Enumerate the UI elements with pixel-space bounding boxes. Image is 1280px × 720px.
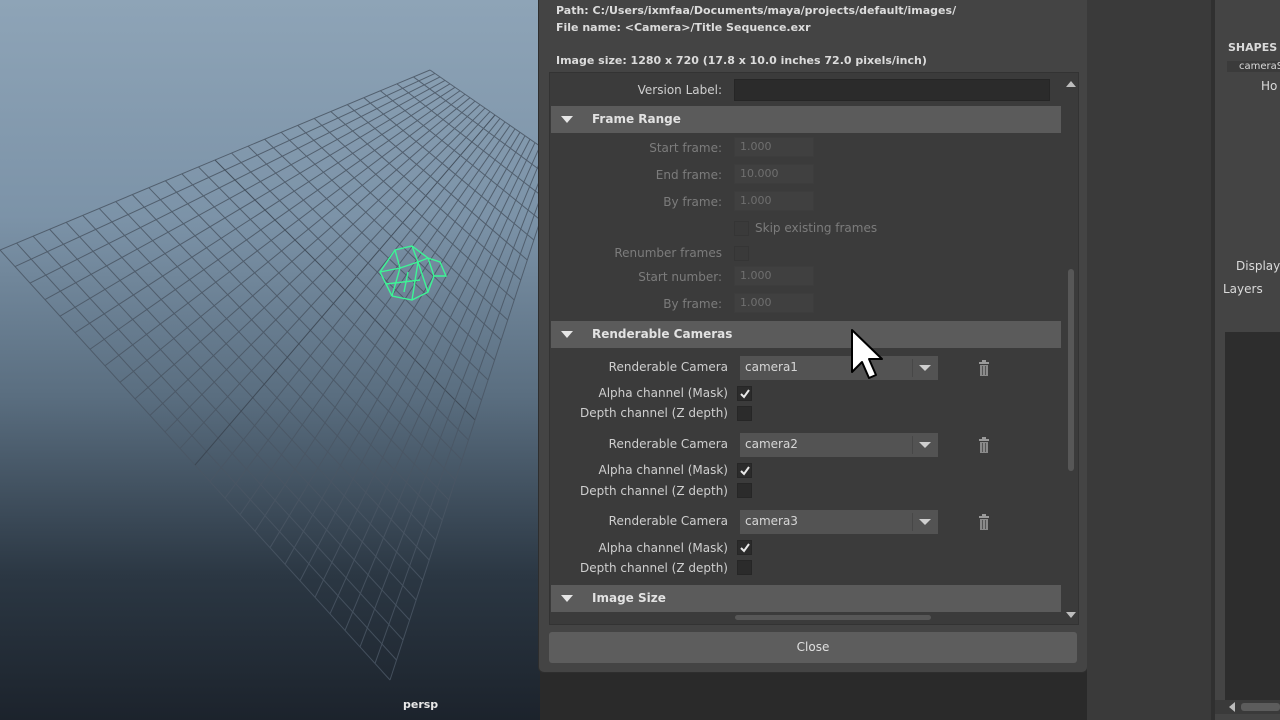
camera-shape-item[interactable]: cameraS xyxy=(1227,61,1280,72)
settings-scroll-area[interactable]: Version Label: Frame Range Start frame: … xyxy=(549,72,1079,625)
perspective-viewport[interactable]: persp xyxy=(0,0,540,720)
renderable-camera-3-dropdown[interactable]: camera3 xyxy=(740,510,938,534)
depth-channel-2-checkbox[interactable] xyxy=(737,483,752,498)
scroll-down-arrow-icon[interactable] xyxy=(1066,612,1076,618)
grid-line xyxy=(284,135,526,565)
grid-line xyxy=(239,125,511,515)
renderable-camera-label: Renderable Camera xyxy=(608,437,728,451)
chevron-down-icon xyxy=(919,442,931,448)
tab-layers[interactable]: Layers xyxy=(1223,282,1263,296)
grid-svg xyxy=(0,69,540,681)
depth-channel-label: Depth channel (Z depth) xyxy=(580,406,728,420)
by-frame-2-label: By frame: xyxy=(663,297,722,311)
grid-line xyxy=(264,138,495,361)
scroll-left-arrow-icon[interactable] xyxy=(1229,702,1235,712)
path-text: Path: C:/Users/ixmfaa/Documents/maya/pro… xyxy=(556,4,957,17)
scrollbar-thumb[interactable] xyxy=(1068,269,1074,471)
horizontal-scrollbar[interactable] xyxy=(735,615,931,620)
image-size-section-header[interactable]: Image Size xyxy=(551,585,1061,612)
collapse-triangle-icon xyxy=(561,331,573,338)
scroll-up-arrow-icon[interactable] xyxy=(1066,81,1076,87)
grid-line xyxy=(396,83,540,196)
image-size-text: Image size: 1280 x 720 (17.8 x 10.0 inch… xyxy=(556,54,927,67)
by-frame-field[interactable]: 1.000 xyxy=(734,191,814,211)
shapes-label: SHAPES xyxy=(1228,41,1278,54)
trash-icon[interactable] xyxy=(978,360,990,376)
checkmark-icon xyxy=(740,466,750,476)
frame-range-section-header[interactable]: Frame Range xyxy=(551,106,1061,133)
renderable-cameras-section-header[interactable]: Renderable Cameras xyxy=(551,321,1061,348)
grid-line xyxy=(363,97,535,241)
alpha-channel-label: Alpha channel (Mask) xyxy=(598,463,728,477)
renderable-camera-3-value: camera3 xyxy=(745,514,798,528)
end-frame-field[interactable]: 10.000 xyxy=(734,164,814,184)
depth-channel-label: Depth channel (Z depth) xyxy=(580,561,728,575)
grid-line xyxy=(374,197,540,664)
start-number-label: Start number: xyxy=(638,270,722,284)
skip-existing-checkbox[interactable] xyxy=(734,221,749,236)
viewport-camera-label: persp xyxy=(403,698,439,711)
ho-text: Ho xyxy=(1261,79,1278,93)
renderable-camera-1-dropdown[interactable]: camera1 xyxy=(740,356,938,380)
start-frame-field[interactable]: 1.000 xyxy=(734,137,814,157)
trash-icon[interactable] xyxy=(978,437,990,453)
collapse-triangle-icon xyxy=(561,595,573,602)
skip-existing-label: Skip existing frames xyxy=(755,221,878,235)
start-number-field[interactable]: 1.000 xyxy=(734,266,814,286)
version-label: Version Label: xyxy=(637,83,722,97)
layers-list-area[interactable] xyxy=(1225,332,1280,702)
by-frame-label: By frame: xyxy=(663,195,722,209)
scrollbar-thumb[interactable] xyxy=(1241,703,1280,711)
depth-channel-3-checkbox[interactable] xyxy=(737,560,752,575)
checkmark-icon xyxy=(740,389,750,399)
vertical-scrollbar[interactable] xyxy=(1064,73,1078,624)
alpha-channel-1-checkbox[interactable] xyxy=(737,386,752,401)
right-side-panel: SHAPES cameraS Ho Display Layers xyxy=(1087,0,1280,720)
renderable-camera-2-dropdown[interactable]: camera2 xyxy=(740,433,938,457)
alpha-channel-label: Alpha channel (Mask) xyxy=(598,541,728,555)
chevron-down-icon xyxy=(919,365,931,371)
bottom-scrollbar[interactable] xyxy=(1215,700,1280,714)
collapse-triangle-icon xyxy=(561,116,573,123)
grid-line xyxy=(209,118,501,482)
depth-channel-1-checkbox[interactable] xyxy=(737,406,752,421)
grid-line xyxy=(344,160,540,631)
mouse-cursor-icon xyxy=(851,329,883,379)
grid-line xyxy=(247,145,489,381)
alpha-channel-2-checkbox[interactable] xyxy=(737,463,752,478)
start-frame-label: Start frame: xyxy=(649,141,722,155)
image-size-title: Image Size xyxy=(592,591,666,605)
chevron-down-icon xyxy=(919,519,931,525)
frame-range-title: Frame Range xyxy=(592,112,681,126)
depth-channel-label: Depth channel (Z depth) xyxy=(580,484,728,498)
renderable-camera-label: Renderable Camera xyxy=(608,514,728,528)
alpha-channel-label: Alpha channel (Mask) xyxy=(598,386,728,400)
renumber-frames-label: Renumber frames xyxy=(614,246,722,260)
renumber-frames-checkbox[interactable] xyxy=(734,246,749,261)
by-frame-2-field[interactable]: 1.000 xyxy=(734,293,814,313)
renderable-cameras-title: Renderable Cameras xyxy=(592,327,733,341)
grid-line xyxy=(269,132,521,548)
grid-line xyxy=(254,128,516,532)
render-settings-dialog: Path: C:/Users/ixmfaa/Documents/maya/pro… xyxy=(538,0,1088,673)
renderable-camera-2-value: camera2 xyxy=(745,437,798,451)
version-label-input[interactable] xyxy=(734,79,1050,101)
renderable-camera-1-value: camera1 xyxy=(745,360,798,374)
checkmark-icon xyxy=(740,543,750,553)
file-name-text: File name: <Camera>/Title Sequence.exr xyxy=(556,21,811,34)
tab-display[interactable]: Display xyxy=(1236,259,1280,273)
end-frame-label: End frame: xyxy=(655,168,722,182)
close-button[interactable]: Close xyxy=(549,632,1077,663)
renderable-camera-label: Renderable Camera xyxy=(608,360,728,374)
alpha-channel-3-checkbox[interactable] xyxy=(737,540,752,555)
trash-icon[interactable] xyxy=(978,514,990,530)
grid-line xyxy=(299,138,531,582)
